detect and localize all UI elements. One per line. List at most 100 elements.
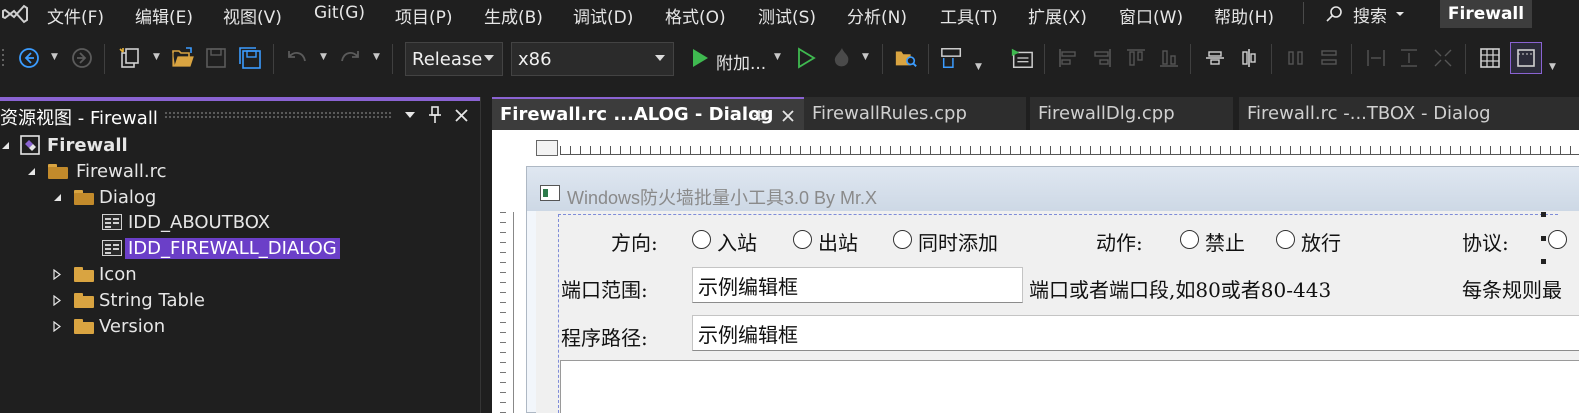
menu-edit[interactable]: 编辑(E)	[135, 3, 193, 28]
start-without-debugging-icon[interactable]	[794, 46, 818, 70]
tree-item-icon-folder[interactable]: Icon	[52, 262, 137, 286]
expanded-triangle-icon[interactable]	[26, 164, 36, 178]
menu-view[interactable]: 视图(V)	[223, 3, 282, 28]
menu-format[interactable]: 格式(O)	[665, 3, 726, 28]
tree-item-version-folder[interactable]: Version	[52, 314, 165, 338]
attach-dropdown-icon[interactable]: ▼	[774, 52, 782, 62]
close-icon[interactable]	[454, 108, 469, 123]
back-dropdown-icon[interactable]: ▼	[51, 52, 59, 62]
tree-item-project[interactable]: Firewall	[0, 133, 128, 157]
menu-project[interactable]: 项目(P)	[395, 3, 453, 28]
navigate-forward-icon[interactable]	[70, 46, 94, 70]
toggle-guides-icon[interactable]	[1510, 42, 1542, 74]
menu-help[interactable]: 帮助(H)	[1214, 3, 1274, 28]
radio-outbound[interactable]	[793, 230, 812, 249]
new-item-dropdown-icon[interactable]: ▼	[153, 52, 161, 62]
horizontal-ruler[interactable]	[560, 146, 1579, 154]
radio-allow-label[interactable]: 放行	[1301, 227, 1341, 256]
menu-file[interactable]: 文件(F)	[47, 3, 104, 28]
radio-block-label[interactable]: 禁止	[1205, 227, 1245, 256]
undo-dropdown-icon[interactable]: ▼	[320, 52, 328, 62]
ruler-corner[interactable]	[536, 140, 558, 156]
selection-handle[interactable]	[1541, 212, 1546, 217]
radio-inbound[interactable]	[692, 230, 711, 249]
panel-splitter[interactable]	[480, 97, 492, 413]
align-lefts-icon[interactable]	[1056, 46, 1080, 70]
radio-block[interactable]	[1180, 230, 1199, 249]
menu-build[interactable]: 生成(B)	[484, 3, 543, 28]
make-same-width-icon[interactable]	[1364, 46, 1388, 70]
radio-both-label[interactable]: 同时添加	[918, 227, 998, 256]
start-debugging-icon[interactable]	[688, 46, 712, 70]
search-box[interactable]: 搜索	[1325, 0, 1405, 28]
toggle-grid-icon[interactable]	[1478, 46, 1502, 70]
tab-firewalldlg-cpp[interactable]: FirewallDlg.cpp	[1030, 97, 1233, 130]
close-tab-icon[interactable]	[781, 109, 795, 123]
toolbar-grip[interactable]	[0, 46, 8, 70]
menu-debug[interactable]: 调试(D)	[573, 3, 633, 28]
tree-item-firewall-dialog[interactable]: IDD_FIREWALL_DIALOG	[102, 236, 340, 260]
space-across-icon[interactable]	[1284, 46, 1308, 70]
pin-icon[interactable]	[428, 106, 442, 124]
radio-protocol[interactable]	[1548, 230, 1567, 249]
tab-firewallrules-cpp[interactable]: FirewallRules.cpp	[804, 97, 1026, 130]
make-same-height-icon[interactable]	[1397, 46, 1421, 70]
visual-studio-logo-icon[interactable]	[0, 0, 30, 28]
align-rights-icon[interactable]	[1090, 46, 1114, 70]
menu-git[interactable]: Git(G)	[314, 3, 365, 23]
center-vertical-icon[interactable]	[1203, 46, 1227, 70]
find-in-files-icon[interactable]	[894, 46, 918, 70]
radio-inbound-label[interactable]: 入站	[717, 227, 757, 256]
solution-configuration-select[interactable]: Release	[405, 42, 503, 76]
expanded-triangle-icon[interactable]	[0, 138, 10, 152]
solution-explorer-icon[interactable]	[940, 46, 964, 70]
menu-test[interactable]: 测试(S)	[758, 3, 816, 28]
save-icon[interactable]	[204, 46, 228, 70]
toolbar-overflow-icon[interactable]: ▼	[1549, 62, 1557, 72]
selection-handle[interactable]	[1541, 236, 1546, 241]
save-all-icon[interactable]	[238, 46, 262, 70]
redo-icon[interactable]	[338, 46, 362, 70]
tab-firewall-dialog[interactable]: Firewall.rc ...ALOG - Dialog	[492, 97, 810, 130]
attach-button-label[interactable]: 附加...	[716, 49, 766, 74]
radio-allow[interactable]	[1276, 230, 1295, 249]
hot-reload-icon[interactable]	[830, 46, 854, 70]
menu-tools[interactable]: 工具(T)	[940, 3, 998, 28]
panel-grip[interactable]	[164, 111, 392, 120]
expanded-triangle-icon[interactable]	[52, 190, 62, 204]
undo-icon[interactable]	[285, 46, 309, 70]
redo-dropdown-icon[interactable]: ▼	[373, 52, 381, 62]
center-horizontal-icon[interactable]	[1237, 46, 1261, 70]
radio-outbound-label[interactable]: 出站	[818, 227, 858, 256]
tree-item-rc-file[interactable]: Firewall.rc	[26, 159, 167, 183]
radio-both[interactable]	[893, 230, 912, 249]
tab-aboutbox-dialog[interactable]: Firewall.rc -...TBOX - Dialog	[1239, 97, 1579, 130]
menu-analyze[interactable]: 分析(N)	[847, 3, 907, 28]
pin-icon[interactable]	[753, 109, 767, 122]
tree-item-dialog-folder[interactable]: Dialog	[52, 185, 156, 209]
navigate-back-icon[interactable]	[17, 46, 41, 70]
program-path-input[interactable]: 示例编辑框	[692, 315, 1579, 351]
rules-list-area[interactable]	[560, 360, 1579, 413]
panel-options-chevron-icon[interactable]	[404, 111, 416, 120]
align-bottoms-icon[interactable]	[1157, 46, 1181, 70]
collapsed-triangle-icon[interactable]	[52, 319, 62, 333]
test-dialog-icon[interactable]	[1010, 46, 1034, 70]
vertical-ruler[interactable]	[500, 212, 514, 413]
hot-reload-dropdown-icon[interactable]: ▼	[862, 52, 870, 62]
space-down-icon[interactable]	[1317, 46, 1341, 70]
align-tops-icon[interactable]	[1124, 46, 1148, 70]
make-same-size-icon[interactable]	[1431, 46, 1455, 70]
collapsed-triangle-icon[interactable]	[52, 267, 62, 281]
port-range-input[interactable]: 示例编辑框	[692, 267, 1023, 303]
open-folder-icon[interactable]	[171, 46, 195, 70]
menu-extensions[interactable]: 扩展(X)	[1028, 3, 1087, 28]
tree-item-aboutbox[interactable]: IDD_ABOUTBOX	[102, 210, 270, 234]
tree-item-string-table-folder[interactable]: String Table	[52, 288, 205, 312]
collapsed-triangle-icon[interactable]	[52, 293, 62, 307]
selection-handle[interactable]	[1541, 259, 1546, 264]
new-item-icon[interactable]	[118, 46, 142, 70]
solution-explorer-dropdown-icon[interactable]: ▼	[975, 62, 983, 72]
solution-platform-select[interactable]: x86	[511, 42, 674, 76]
menu-window[interactable]: 窗口(W)	[1119, 3, 1183, 28]
